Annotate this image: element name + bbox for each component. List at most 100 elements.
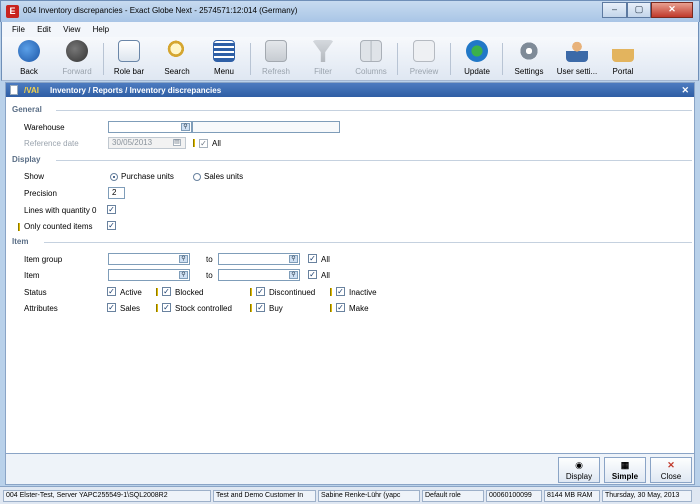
status-server[interactable]: 004 Elster-Test, Server YAPC255549-1\SQL…: [3, 489, 211, 502]
reference-date-all-checkbox[interactable]: ✓: [199, 139, 208, 148]
attribute-stock-controlled-checkbox[interactable]: ✓: [162, 303, 171, 312]
filter-button[interactable]: Filter: [300, 40, 346, 78]
mandatory-marker: [18, 223, 20, 231]
portal-house-icon: [612, 40, 634, 62]
status-bar: 004 Elster-Test, Server YAPC255549-1\SQL…: [0, 486, 700, 504]
refresh-icon: [265, 40, 287, 62]
status-company[interactable]: Test and Demo Customer In: [213, 489, 316, 502]
item-group-all-label: All: [321, 255, 330, 264]
toolbar: Back Forward Role bar Search Menu Refres…: [1, 37, 699, 81]
lookup-icon[interactable]: ⚲: [179, 255, 188, 263]
menu-button[interactable]: Menu: [201, 40, 247, 78]
lookup-icon[interactable]: ⚲: [289, 255, 298, 263]
close-button[interactable]: ✕ Close: [650, 457, 692, 483]
panel-close-icon[interactable]: ✕: [681, 85, 689, 96]
columns-icon: [360, 40, 382, 62]
preview-document-icon: [413, 40, 435, 62]
display-button[interactable]: ◉ Display: [558, 457, 600, 483]
menu-help[interactable]: Help: [93, 25, 109, 34]
columns-button[interactable]: Columns: [348, 40, 394, 78]
window-title: 004 Inventory discrepancies - Exact Glob…: [23, 6, 298, 15]
attributes-label: Attributes: [24, 304, 58, 313]
item-from-input[interactable]: ⚲: [108, 269, 190, 281]
title-bar: E 004 Inventory discrepancies - Exact Gl…: [0, 0, 700, 22]
status-active-checkbox[interactable]: ✓: [107, 287, 116, 296]
settings-button[interactable]: Settings: [506, 40, 552, 78]
mandatory-marker: [250, 304, 252, 312]
search-icon: [166, 40, 188, 62]
calendar-icon[interactable]: ▤: [173, 139, 181, 146]
attribute-sales-label: Sales: [120, 304, 141, 313]
portal-button[interactable]: Portal: [600, 40, 646, 78]
rolebar-button[interactable]: Role bar: [106, 40, 152, 78]
sales-units-radio[interactable]: [193, 173, 201, 181]
warehouse-input[interactable]: ⚲: [108, 121, 192, 133]
forward-button[interactable]: Forward: [54, 40, 100, 78]
attribute-make-checkbox[interactable]: ✓: [336, 303, 345, 312]
rolebar-icon: [118, 40, 140, 62]
mandatory-marker: [250, 288, 252, 296]
close-window-button[interactable]: ✕: [651, 2, 693, 18]
only-counted-checkbox[interactable]: ✓: [107, 221, 116, 230]
menu-bar: File Edit View Help: [1, 22, 699, 37]
item-group-all-checkbox[interactable]: ✓: [308, 254, 317, 263]
lookup-icon[interactable]: ⚲: [289, 271, 298, 279]
reference-date-label: Reference date: [24, 139, 79, 148]
minimize-button[interactable]: ‒: [602, 2, 627, 18]
status-discontinued-checkbox[interactable]: ✓: [256, 287, 265, 296]
toolbar-separator: [103, 43, 104, 75]
panel-title-bar: /VAI Inventory / Reports / Inventory dis…: [6, 83, 694, 97]
menu-edit[interactable]: Edit: [37, 25, 51, 34]
section-display: Display: [12, 155, 692, 164]
status-inactive-label: Inactive: [349, 288, 377, 297]
close-icon: ✕: [667, 460, 675, 470]
app-icon[interactable]: E: [6, 5, 19, 18]
attribute-make-label: Make: [349, 304, 369, 313]
simple-report-icon: ▦: [620, 460, 630, 470]
mandatory-marker: [193, 139, 195, 147]
item-group-label: Item group: [24, 255, 63, 264]
user-settings-button[interactable]: User setti...: [554, 40, 600, 78]
reference-date-all-label: All: [212, 139, 221, 148]
back-button[interactable]: Back: [6, 40, 52, 78]
item-group-to-label: to: [206, 255, 213, 264]
item-all-checkbox[interactable]: ✓: [308, 270, 317, 279]
mandatory-marker: [330, 304, 332, 312]
search-button[interactable]: Search: [154, 40, 200, 78]
status-role[interactable]: Default role: [422, 489, 484, 502]
lines-quantity-zero-checkbox[interactable]: ✓: [107, 205, 116, 214]
precision-label: Precision: [24, 189, 57, 198]
status-user[interactable]: Sabine Renke-Lühr (yapc: [318, 489, 420, 502]
status-blocked-checkbox[interactable]: ✓: [162, 287, 171, 296]
toolbar-separator: [502, 43, 503, 75]
attribute-buy-checkbox[interactable]: ✓: [256, 303, 265, 312]
menu-file[interactable]: File: [12, 25, 25, 34]
lookup-icon[interactable]: ⚲: [181, 123, 190, 131]
precision-input[interactable]: 2: [108, 187, 125, 199]
status-inactive-checkbox[interactable]: ✓: [336, 287, 345, 296]
mandatory-marker: [330, 288, 332, 296]
preview-button[interactable]: Preview: [401, 40, 447, 78]
menu-view[interactable]: View: [63, 25, 80, 34]
attribute-stock-controlled-label: Stock controlled: [175, 304, 232, 313]
refresh-button[interactable]: Refresh: [253, 40, 299, 78]
item-to-input[interactable]: ⚲: [218, 269, 300, 281]
attribute-sales-checkbox[interactable]: ✓: [107, 303, 116, 312]
gear-icon: [518, 40, 540, 62]
item-group-from-input[interactable]: ⚲: [108, 253, 190, 265]
eye-icon: ◉: [575, 460, 583, 470]
maximize-button[interactable]: ▢: [627, 2, 651, 18]
item-to-label: to: [206, 271, 213, 280]
lines-quantity-zero-label: Lines with quantity 0: [24, 206, 97, 215]
purchase-units-radio[interactable]: [110, 173, 118, 181]
simple-button[interactable]: ▦ Simple: [604, 457, 646, 483]
menu-grid-icon: [213, 40, 235, 62]
warehouse-label: Warehouse: [24, 123, 65, 132]
user-settings-icon: [566, 40, 588, 62]
status-label: Status: [24, 288, 47, 297]
item-group-to-input[interactable]: ⚲: [218, 253, 300, 265]
lookup-icon[interactable]: ⚲: [179, 271, 188, 279]
item-label: Item: [24, 271, 40, 280]
status-discontinued-label: Discontinued: [269, 288, 316, 297]
update-button[interactable]: Update: [454, 40, 500, 78]
